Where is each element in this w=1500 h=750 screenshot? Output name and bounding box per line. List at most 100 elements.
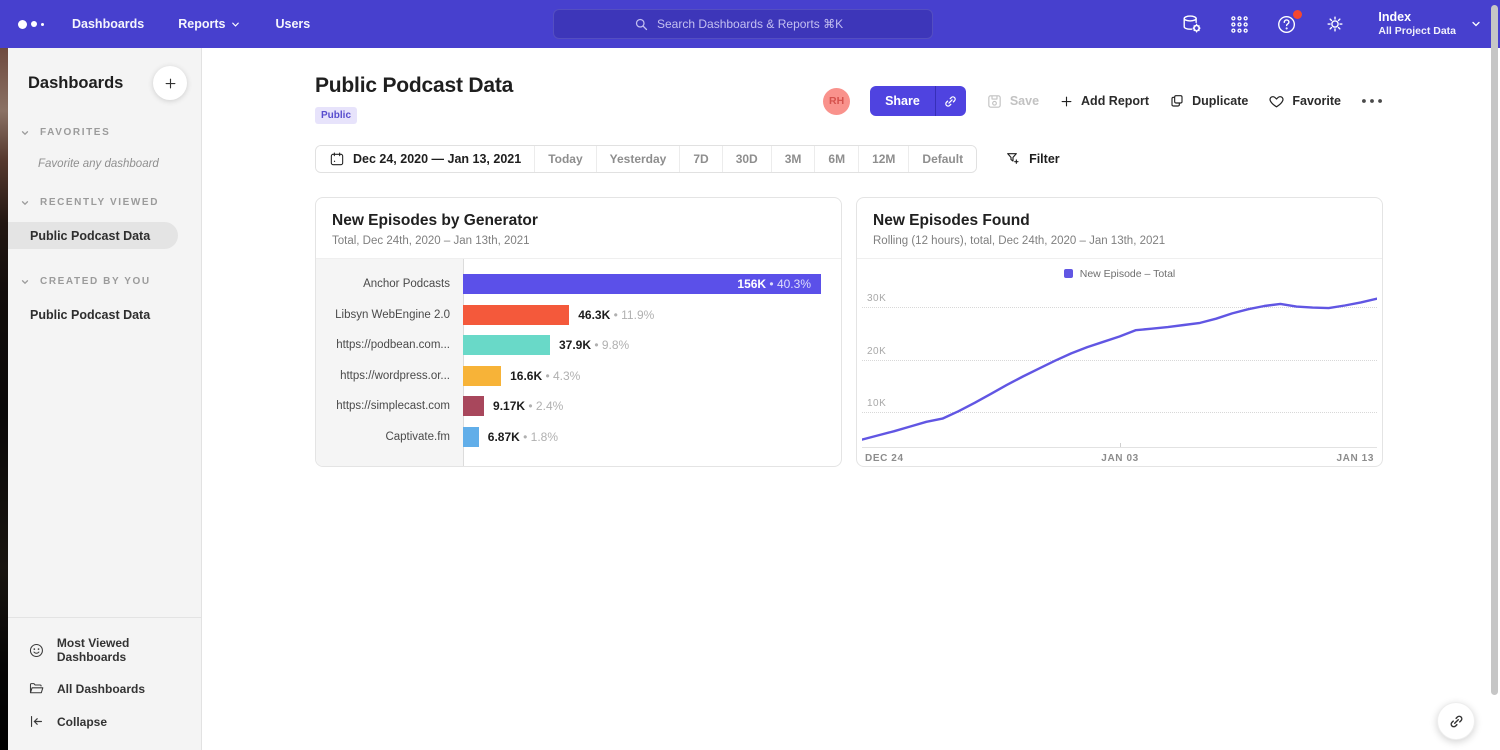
date-preset-12m[interactable]: 12M — [858, 146, 908, 172]
plus-icon — [163, 76, 178, 91]
bar-value: 37.9K • 9.8% — [559, 338, 629, 352]
bar-value: 6.87K • 1.8% — [488, 430, 558, 444]
project-selector[interactable]: Index All Project Data — [1378, 10, 1482, 38]
search-icon — [634, 17, 649, 32]
bar-category-label: https://simplecast.com — [316, 400, 463, 412]
bar[interactable]: 156K • 40.3% — [463, 274, 821, 294]
top-navbar: Dashboards Reports Users — [0, 0, 1500, 48]
add-dashboard-button[interactable] — [153, 66, 187, 100]
date-preset-6m[interactable]: 6M — [814, 146, 858, 172]
date-preset-3m[interactable]: 3M — [771, 146, 815, 172]
nav-reports[interactable]: Reports — [178, 17, 241, 31]
date-preset-30d[interactable]: 30D — [722, 146, 771, 172]
line-chart-subtitle: Rolling (12 hours), total, Dec 24th, 202… — [873, 235, 1366, 247]
favorite-button[interactable]: Favorite — [1268, 93, 1341, 110]
chevron-down-icon — [1470, 18, 1482, 30]
avatar[interactable]: RH — [823, 88, 850, 115]
app-logo[interactable] — [18, 20, 44, 29]
x-axis-label: JAN 13 — [1336, 453, 1374, 464]
floating-link-button[interactable] — [1437, 702, 1475, 740]
bar-track: 37.9K • 9.8% — [463, 335, 841, 355]
x-axis-labels: DEC 24 JAN 03 JAN 13 — [862, 448, 1377, 464]
share-link-button[interactable] — [935, 86, 966, 116]
duplicate-icon — [1169, 93, 1185, 109]
x-axis-label: DEC 24 — [865, 453, 904, 464]
bar-category-label: Anchor Podcasts — [316, 278, 463, 290]
more-options-button[interactable] — [1361, 97, 1383, 105]
help-icon[interactable] — [1276, 13, 1298, 35]
line-plot[interactable]: 10K20K30K — [862, 285, 1377, 448]
background-window-strip — [0, 48, 8, 750]
bar-category-label: Captivate.fm — [316, 431, 463, 443]
calendar-icon — [329, 151, 345, 167]
bar-row: https://simplecast.com 9.17K • 2.4% — [316, 391, 841, 422]
section-created-by-you[interactable]: CREATED BY YOU — [8, 276, 151, 287]
line-series — [862, 285, 1377, 447]
data-sources-icon[interactable] — [1181, 13, 1203, 35]
share-button[interactable]: Share — [870, 86, 935, 116]
date-preset-yesterday[interactable]: Yesterday — [596, 146, 680, 172]
project-name: Index — [1378, 10, 1456, 25]
share-split-button: Share — [870, 86, 966, 116]
most-viewed-dashboards-button[interactable]: Most Viewed Dashboards — [8, 628, 201, 672]
bar-chart-title: New Episodes by Generator — [332, 212, 825, 230]
legend-swatch — [1064, 269, 1073, 278]
bar-value: 156K • 40.3% — [737, 277, 811, 291]
bar-row: Captivate.fm 6.87K • 1.8% — [316, 422, 841, 453]
sidebar-item-public-podcast-data-created[interactable]: Public Podcast Data — [8, 301, 201, 328]
apps-grid-icon[interactable] — [1229, 14, 1250, 35]
all-dashboards-button[interactable]: All Dashboards — [8, 672, 201, 705]
nav-dashboards[interactable]: Dashboards — [72, 17, 144, 31]
bar-value: 9.17K • 2.4% — [493, 399, 563, 413]
settings-gear-icon[interactable] — [1324, 13, 1346, 35]
bar[interactable] — [463, 396, 484, 416]
notification-dot — [1293, 10, 1302, 19]
sidebar-item-public-podcast-data[interactable]: Public Podcast Data — [0, 222, 178, 249]
ellipsis-icon — [1361, 97, 1383, 105]
save-icon — [986, 93, 1003, 110]
heart-icon — [1268, 93, 1285, 110]
sidebar-footer: Most Viewed Dashboards All Dashboards Co… — [8, 617, 201, 750]
bar-value: 46.3K • 11.9% — [578, 308, 654, 322]
favorites-empty-text: Favorite any dashboard — [38, 158, 201, 170]
bar[interactable] — [463, 305, 569, 325]
date-preset-default[interactable]: Default — [908, 146, 976, 172]
page-title: Public Podcast Data — [315, 74, 513, 98]
project-subtitle: All Project Data — [1378, 25, 1456, 38]
chevron-down-icon — [20, 198, 30, 208]
bar[interactable] — [463, 366, 501, 386]
date-preset-today[interactable]: Today — [534, 146, 595, 172]
bar-row: Libsyn WebEngine 2.0 46.3K • 11.9% — [316, 300, 841, 331]
nav-users[interactable]: Users — [275, 17, 310, 31]
bar-row: Anchor Podcasts 156K • 40.3% — [316, 269, 841, 300]
search-input[interactable] — [553, 9, 933, 39]
duplicate-button[interactable]: Duplicate — [1169, 93, 1248, 109]
section-favorites[interactable]: FAVORITES — [8, 127, 110, 138]
bar-chart-card: New Episodes by Generator Total, Dec 24t… — [315, 197, 842, 467]
search-field[interactable] — [657, 17, 852, 31]
bar[interactable] — [463, 427, 479, 447]
public-badge: Public — [315, 107, 357, 124]
bar[interactable] — [463, 335, 550, 355]
vertical-scrollbar[interactable] — [1491, 5, 1498, 695]
filter-button[interactable]: Filter — [1005, 151, 1060, 167]
date-range-button[interactable]: Dec 24, 2020 — Jan 13, 2021 — [316, 146, 534, 172]
section-recently-viewed[interactable]: RECENTLY VIEWED — [8, 197, 159, 208]
bar-chart-subtitle: Total, Dec 24th, 2020 – Jan 13th, 2021 — [332, 235, 825, 247]
plus-icon — [1059, 94, 1074, 109]
chevron-down-icon — [20, 277, 30, 287]
save-button[interactable]: Save — [986, 93, 1039, 110]
date-preset-7d[interactable]: 7D — [679, 146, 721, 172]
bar-track: 6.87K • 1.8% — [463, 427, 841, 447]
bar-category-label: Libsyn WebEngine 2.0 — [316, 309, 463, 321]
sidebar-title: Dashboards — [28, 74, 123, 93]
bar-track: 46.3K • 11.9% — [463, 305, 841, 325]
bar-track: 9.17K • 2.4% — [463, 396, 841, 416]
filter-funnel-icon — [1005, 151, 1021, 167]
collapse-sidebar-button[interactable]: Collapse — [8, 705, 201, 738]
add-report-button[interactable]: Add Report — [1059, 94, 1149, 109]
x-axis-label: JAN 03 — [1101, 453, 1139, 464]
chevron-down-icon — [20, 128, 30, 138]
bar-track: 156K • 40.3% — [463, 274, 841, 294]
link-icon — [1448, 713, 1465, 730]
